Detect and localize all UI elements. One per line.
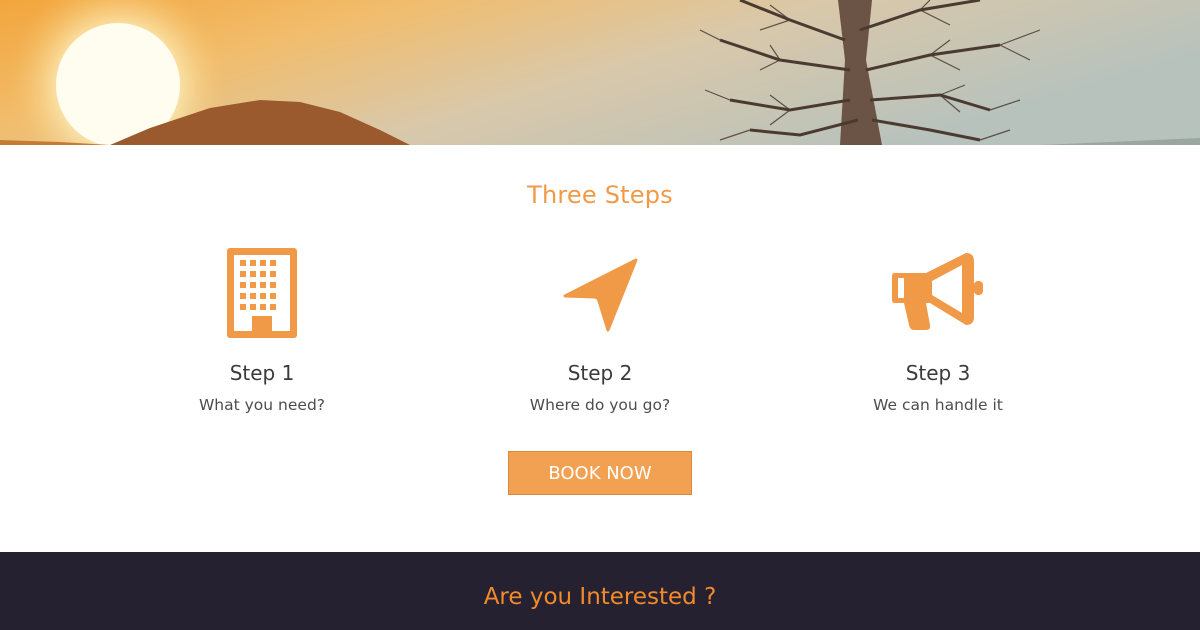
megaphone-icon — [892, 253, 983, 330]
step-title: Step 3 — [905, 361, 971, 385]
building-icon — [227, 248, 297, 338]
step-subtitle: Where do you go? — [529, 396, 671, 414]
interest-title: Are you Interested ? — [483, 584, 717, 610]
section-title: Three Steps — [527, 181, 673, 209]
hero-image — [0, 0, 1200, 145]
step-2: Step 2 Where do you go? — [450, 245, 750, 414]
book-now-button[interactable]: BOOK NOW — [508, 451, 692, 495]
step-3: Step 3 We can handle it — [788, 245, 1088, 414]
three-steps-section: Three Steps Step 1 What you need? Step 2… — [0, 145, 1200, 552]
step-subtitle: What you need? — [198, 396, 326, 414]
hero-banner — [0, 0, 1200, 145]
navigation-arrow-icon — [563, 258, 638, 332]
step-title: Step 2 — [567, 361, 633, 385]
step-title: Step 1 — [229, 361, 295, 385]
interest-section: Are you Interested ? — [0, 552, 1200, 630]
step-subtitle: We can handle it — [873, 396, 1003, 414]
step-1: Step 1 What you need? — [112, 245, 412, 414]
